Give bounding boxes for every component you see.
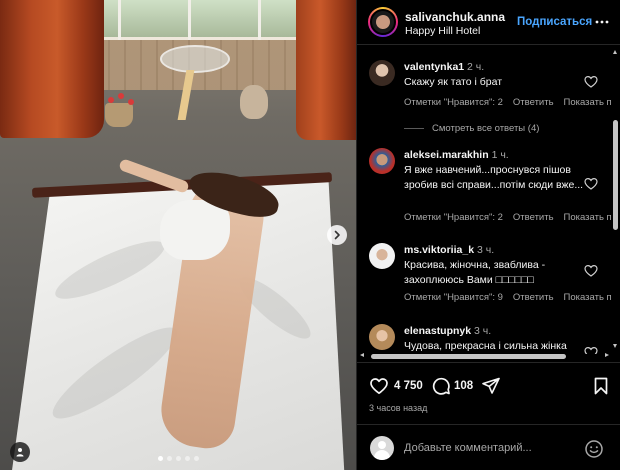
post-location[interactable]: Happy Hill Hotel [405,25,480,37]
scroll-right-arrow-icon[interactable] [605,353,609,357]
user-tag-icon [16,448,24,457]
photo-window-bar [188,0,191,40]
photo-window [78,0,303,40]
comments-vertical-scrollbar[interactable] [612,50,619,350]
comment-time: 3 ч. [476,244,495,256]
comment-meta: Отметки "Нравится": 9 Ответить Показать … [404,292,612,303]
comment-meta: Отметки "Нравится": 2 Ответить Показать … [404,97,612,108]
commenter-username[interactable]: valentynka1 [404,61,464,73]
photo-flower [128,99,134,105]
comment-translate-button[interactable]: Показать п [564,97,612,108]
comment-text: Скажу як тато і брат [404,76,503,88]
likes-count[interactable]: 4 750 [394,380,423,392]
view-replies-label: Смотреть все ответы (4) [432,123,540,134]
carousel-next-button[interactable] [327,225,347,245]
comments-horizontal-scroll-thumb[interactable] [371,354,566,359]
follow-button[interactable]: Подписаться [517,16,592,28]
post-header: salivanchuk.anna Happy Hill Hotel Подпис… [357,0,620,45]
commenter-username[interactable]: elenastupnyk [404,325,471,337]
comment-like-heart-icon[interactable] [584,177,598,191]
comment-reply-button[interactable]: Ответить [513,212,554,223]
comment-translate-button[interactable]: Показать п [564,212,612,223]
scroll-left-arrow-icon[interactable] [360,353,364,357]
commenter-avatar[interactable] [369,148,395,174]
comment-like-heart-icon[interactable] [584,75,598,89]
carousel-indicator [158,456,199,461]
current-user-avatar[interactable] [370,436,394,460]
comments-vertical-scroll-thumb[interactable] [613,120,618,230]
carousel-dot [176,456,181,461]
author-avatar[interactable] [368,7,398,37]
view-replies-button[interactable]: Смотреть все ответы (4) [404,123,539,134]
scroll-up-arrow-icon[interactable] [613,50,617,54]
comment-translate-button[interactable]: Показать п [564,292,612,303]
photo-flower [118,93,124,99]
current-user-avatar-head [378,441,386,449]
photo-sheet-fold [49,231,171,309]
commenter-username[interactable]: aleksei.marakhin [404,149,489,161]
comments-horizontal-scrollbar[interactable] [359,352,611,360]
commenter-username[interactable]: ms.viktoriia_k [404,244,474,256]
comments-count[interactable]: 108 [454,380,473,392]
comment-body: ms.viktoriia_k 3 ч. Красива, жіночна, зв… [404,243,584,288]
commenter-avatar[interactable] [369,324,395,350]
carousel-dot [185,456,190,461]
comment-body: valentynka1 2 ч. Скажу як тато і брат [404,60,584,90]
comment-text: Я вже навчений...проснувся пішов зробив … [404,164,584,191]
photo-flower [108,97,114,103]
comment-body: elenastupnyk 3 ч. Чудова, прекрасна і си… [404,324,584,354]
current-user-avatar-body [374,450,390,460]
comment-likes-count[interactable]: Отметки "Нравится": 9 [404,292,503,303]
comment-time: 1 ч. [491,149,509,161]
comment-time: 2 ч. [467,61,485,73]
comment-text: Красива, жіночна, зваблива - захоплююсь … [404,259,546,286]
comment-like-heart-icon[interactable] [584,264,598,278]
replies-divider [404,128,424,129]
emoji-smiley-icon[interactable] [584,439,604,459]
photo-window-bar [118,0,121,40]
chevron-right-icon [334,230,340,240]
comment-input[interactable] [404,439,584,457]
comments-list[interactable]: valentynka1 2 ч. Скажу як тато і брат От… [357,46,620,354]
post-side-panel: salivanchuk.anna Happy Hill Hotel Подпис… [356,0,620,470]
photo-sheet-over [160,200,230,260]
comment-time: 3 ч. [474,325,492,337]
share-paper-plane-icon[interactable] [481,376,501,396]
tagged-users-button[interactable] [10,442,30,462]
author-avatar-face [376,15,390,29]
comment-likes-count[interactable]: Отметки "Нравится": 2 [404,212,503,223]
photo-flower-basket [105,103,133,127]
post-media[interactable] [0,0,356,470]
like-heart-icon[interactable] [369,376,389,396]
commenter-avatar[interactable] [369,60,395,86]
photo-curtain-left [0,0,104,138]
instagram-post-viewer: salivanchuk.anna Happy Hill Hotel Подпис… [0,0,620,470]
comment-reply-button[interactable]: Ответить [513,292,554,303]
comment-meta: Отметки "Нравится": 2 Ответить Показать … [404,212,612,223]
post-time-ago[interactable]: 3 часов назад [369,403,427,413]
photo-window-bar [258,0,261,40]
scroll-down-arrow-icon[interactable] [613,344,617,348]
photo-curtain-right [296,0,356,140]
save-bookmark-icon[interactable] [591,376,611,396]
comment-composer [357,424,620,470]
photo-glass-table [160,45,230,73]
comment-likes-count[interactable]: Отметки "Нравится": 2 [404,97,503,108]
comment-reply-button[interactable]: Ответить [513,97,554,108]
comment-body: aleksei.marakhin 1 ч. Я вже навчений...п… [404,148,584,193]
photo-vase [240,85,268,119]
carousel-dot [194,456,199,461]
carousel-dot [158,456,163,461]
commenter-avatar[interactable] [369,243,395,269]
comment-bubble-icon[interactable] [431,376,451,396]
carousel-dot [167,456,172,461]
post-actions-bar: 4 750 108 3 часов назад [357,362,620,422]
author-username[interactable]: salivanchuk.anna [405,10,505,24]
more-horizontal-icon[interactable] [594,14,610,30]
comment-text: Чудова, прекрасна і сильна жінка [404,340,567,352]
author-avatar-image [370,9,396,35]
